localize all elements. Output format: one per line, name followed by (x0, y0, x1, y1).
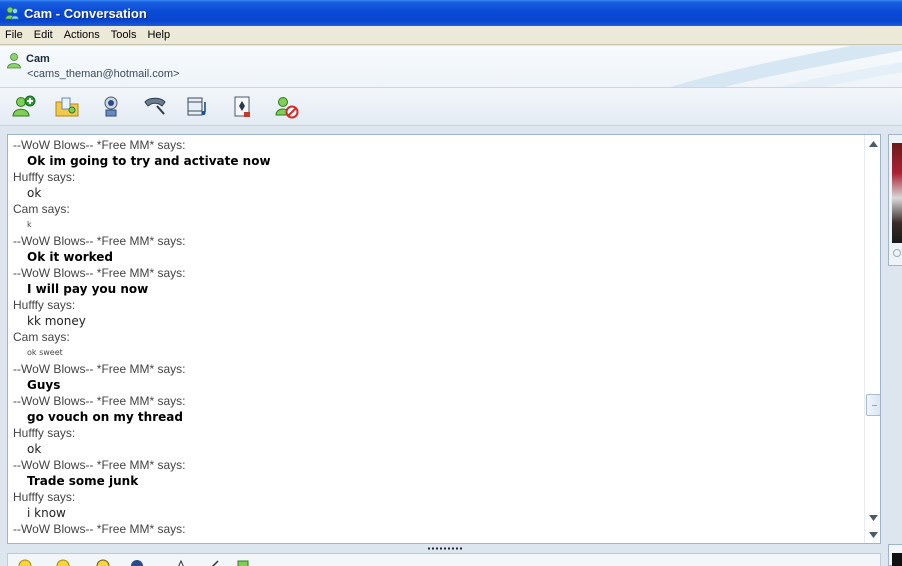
message-text: ok (27, 442, 42, 456)
chevron-down-icon (869, 532, 878, 538)
menu-file[interactable]: File (0, 29, 29, 41)
block-contact-button[interactable] (273, 93, 301, 121)
message-text: Ok im going to try and activate now (27, 154, 271, 168)
message-list: --WoW Blows-- *Free MM* says: Ok im going… (8, 135, 864, 543)
header-swoosh-decoration (670, 46, 902, 87)
message-text: Ok it worked (27, 250, 114, 264)
voice-clip-icon[interactable] (130, 559, 144, 566)
invite-contact-icon (12, 95, 36, 117)
block-icon (275, 97, 299, 119)
contact-name: Cam (26, 53, 50, 65)
wink-icon[interactable] (56, 559, 70, 566)
message-sender: Hufffy says: (13, 298, 76, 312)
message-sender: Hufffy says: (13, 170, 76, 184)
message-sender: Hufffy says: (13, 490, 76, 504)
message-text (13, 537, 864, 543)
message-text: Trade some junk (27, 474, 139, 488)
scroll-up-arrow[interactable] (865, 137, 880, 151)
phone-icon (144, 97, 166, 115)
panel-splitter[interactable] (7, 544, 881, 553)
scroll-down-arrow[interactable] (865, 511, 880, 525)
message-text: ok sweet (27, 348, 63, 357)
font-icon[interactable] (174, 559, 188, 566)
input-toolbar (7, 553, 881, 566)
menu-help[interactable]: Help (142, 29, 176, 41)
chevron-up-icon (869, 141, 878, 147)
menu-edit[interactable]: Edit (29, 29, 59, 41)
message-text: Guys (27, 378, 61, 392)
contact-status-icon (7, 53, 21, 69)
menu-bar: File Edit Actions Tools Help (0, 26, 902, 45)
message-sender: Cam says: (13, 330, 70, 344)
chevron-down-icon (869, 515, 878, 521)
scroll-down-end-arrow[interactable] (865, 528, 880, 542)
message-sender: Hufffy says: (13, 426, 76, 440)
contact-display-picture[interactable] (888, 134, 902, 266)
message-sender: --WoW Blows-- *Free MM* says: (13, 362, 186, 376)
conversation-history[interactable]: --WoW Blows-- *Free MM* says: Ok im going… (7, 134, 881, 544)
display-picture-image (892, 143, 902, 243)
message-sender: Cam says: (13, 202, 70, 216)
message-sender: --WoW Blows-- *Free MM* says: (13, 234, 186, 248)
menu-actions[interactable]: Actions (59, 29, 106, 41)
menu-tools[interactable]: Tools (106, 29, 143, 41)
scroll-thumb[interactable] (866, 394, 880, 416)
message-text: ok (27, 186, 42, 200)
webcam-icon (104, 96, 118, 117)
splitter-grip (427, 547, 463, 550)
display-picture-menu-icon[interactable] (893, 249, 901, 257)
message-sender: --WoW Blows-- *Free MM* says: (13, 458, 186, 472)
emoticon-icon[interactable] (18, 559, 32, 566)
message-text: go vouch on my thread (27, 410, 183, 424)
invite-contact-button[interactable] (10, 93, 38, 121)
send-files-button[interactable] (53, 93, 81, 121)
contact-email: <cams_theman@hotmail.com> (27, 68, 180, 80)
message-text: I will pay you now (27, 282, 149, 296)
conversation-toolbar (0, 88, 902, 126)
title-bar[interactable]: Cam - Conversation (0, 0, 902, 26)
nudge-icon[interactable] (96, 559, 110, 566)
activities-button[interactable] (229, 93, 257, 121)
conversation-window: Cam - Conversation File Edit Actions Too… (0, 0, 902, 566)
message-sender: --WoW Blows-- *Free MM* says: (13, 266, 186, 280)
window-title: Cam - Conversation (24, 5, 147, 21)
messenger-buddy-icon (5, 6, 19, 20)
message-text: k (27, 220, 32, 229)
message-text: i know (27, 506, 66, 520)
send-files-icon (55, 97, 79, 117)
contact-header: Cam <cams_theman@hotmail.com> (0, 46, 902, 88)
video-button[interactable] (184, 93, 212, 121)
message-sender: --WoW Blows-- *Free MM* says: (13, 394, 186, 408)
film-music-icon (187, 97, 206, 116)
webcam-button[interactable] (97, 93, 125, 121)
my-display-picture[interactable] (888, 544, 902, 566)
message-sender: --WoW Blows-- *Free MM* says: (13, 522, 186, 536)
background-icon[interactable] (236, 559, 250, 566)
activities-icon (234, 96, 250, 117)
my-display-picture-image (892, 553, 902, 566)
message-text: kk money (27, 314, 86, 328)
history-scrollbar[interactable] (864, 135, 880, 543)
pen-icon[interactable] (206, 559, 220, 566)
call-button[interactable] (141, 93, 169, 121)
message-sender: --WoW Blows-- *Free MM* says: (13, 138, 186, 152)
